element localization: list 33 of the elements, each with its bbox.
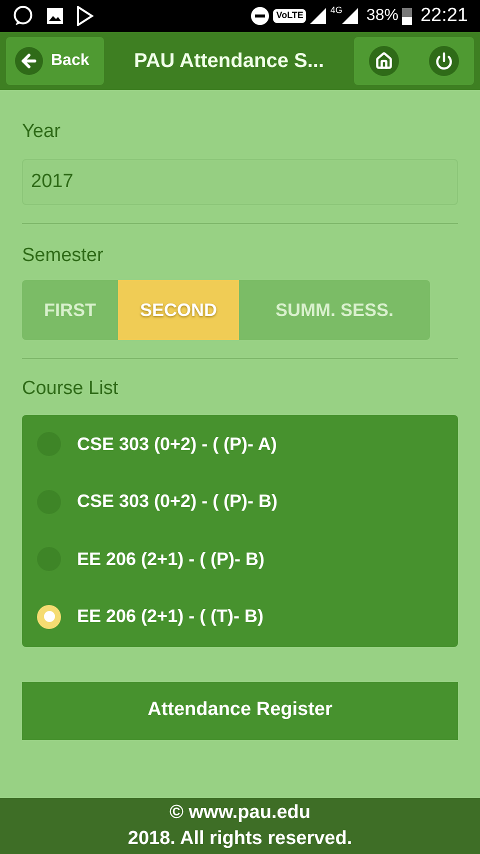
do-not-disturb-icon <box>251 7 270 25</box>
radio-button[interactable] <box>37 604 61 629</box>
clock: 22:21 <box>420 4 468 28</box>
course-option[interactable]: EE 206 (2+1) - ( (T)- B) <box>22 588 458 646</box>
course-list-label: Course List <box>22 377 120 401</box>
power-icon <box>435 52 453 70</box>
play-icon <box>76 6 94 26</box>
footer-text: 2018. All rights reserved. <box>128 827 352 851</box>
course-label: EE 206 (2+1) - ( (T)- B) <box>77 605 264 628</box>
back-button[interactable]: Back <box>6 37 104 85</box>
signal-icon <box>310 8 326 24</box>
course-label: CSE 303 (0+2) - ( (P)- B) <box>77 490 278 514</box>
volte-badge: VoLTE <box>273 9 306 23</box>
year-field[interactable]: 2017 <box>22 158 458 204</box>
battery-percent: 38% <box>366 6 398 26</box>
course-label: EE 206 (2+1) - ( (P)- B) <box>77 548 265 571</box>
signal-icon <box>342 8 358 24</box>
course-label: CSE 303 (0+2) - ( (P)- A) <box>77 432 277 456</box>
course-option[interactable]: EE 206 (2+1) - ( (P)- B) <box>22 530 458 588</box>
attendance-register-button[interactable]: Attendance Register <box>22 682 458 740</box>
page-title: PAU Attendance S... <box>132 49 326 74</box>
image-icon <box>46 7 64 25</box>
year-label: Year <box>22 120 62 144</box>
battery-icon <box>402 7 412 25</box>
semester-label: Semester <box>22 244 104 268</box>
network-label: 4G <box>330 4 342 17</box>
home-icon <box>375 52 393 70</box>
footer-text: © www.pau.edu <box>169 801 311 825</box>
course-option[interactable]: CSE 303 (0+2) - ( (P)- A) <box>22 416 458 473</box>
power-button[interactable] <box>429 46 459 76</box>
chat-icon <box>12 5 34 27</box>
home-button[interactable] <box>369 46 399 76</box>
course-option[interactable]: CSE 303 (0+2) - ( (P)- B) <box>22 473 458 530</box>
